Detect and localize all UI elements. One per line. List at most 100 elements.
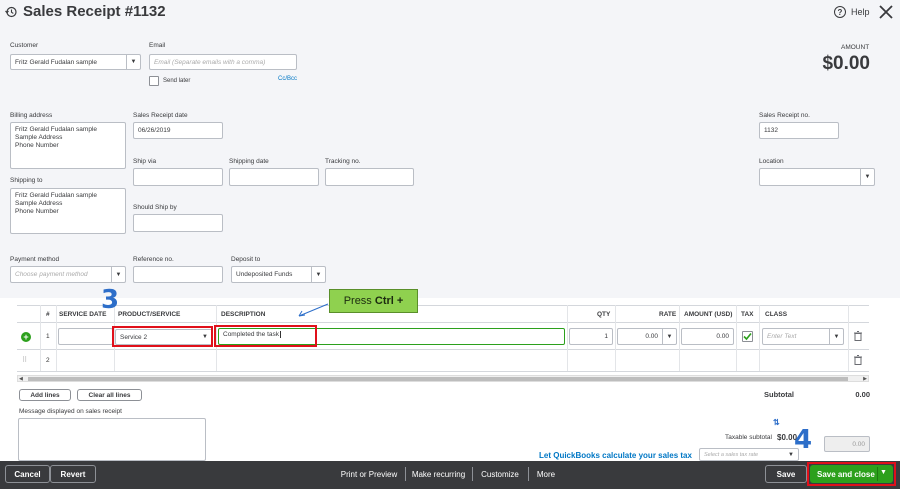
shipping-line-3: Phone Number [15,208,59,215]
col-header-num: # [46,311,50,318]
history-icon[interactable] [5,6,17,18]
sort-arrows-icon[interactable]: ⇅ [773,418,780,427]
ship-via-input[interactable] [133,168,223,186]
reference-no-label: Reference no. [133,256,174,263]
column-separator [679,305,680,371]
col-header-class: CLASS [765,311,788,318]
col-header-rate: RATE [659,311,677,318]
scroll-left-icon[interactable]: ◀ [19,376,23,382]
location-label: Location [759,158,784,165]
chevron-down-icon: ▼ [860,169,874,185]
taxable-subtotal-label: Taxable subtotal [725,434,772,441]
shipping-to-field[interactable]: Fritz Gerald Fudalan sample Sample Addre… [10,188,126,234]
customer-select[interactable]: Fritz Gerald Fudalan sample ▼ [10,54,141,70]
rate-select[interactable]: 0.00 ▼ [617,328,677,345]
amount-value: $0.00 [822,53,870,74]
tracking-no-input[interactable] [325,168,414,186]
send-later-checkbox[interactable] [149,76,159,86]
reference-no-input[interactable] [133,266,223,283]
sales-receipt-no-value: 1132 [764,127,778,134]
tax-amount-input[interactable]: 0.00 [824,436,870,452]
row-divider [17,371,869,372]
horizontal-scrollbar[interactable]: ◀ ▶ [17,375,869,382]
shipping-line-1: Fritz Gerald Fudalan sample [15,192,98,199]
shipping-to-label: Shipping to [10,177,43,184]
deposit-to-select[interactable]: Undeposited Funds ▼ [231,266,326,283]
chevron-down-icon: ▼ [829,329,843,344]
add-lines-button[interactable]: Add lines [19,389,71,401]
service-date-input[interactable] [58,328,113,345]
amount-row-value: 0.00 [716,333,729,340]
drag-handle-icon[interactable]: ⠿ [22,356,27,364]
help-icon[interactable]: ? [834,6,846,18]
class-select[interactable]: Enter Text ▼ [762,328,844,345]
billing-address-field[interactable]: Fritz Gerald Fudalan sample Sample Addre… [10,122,126,169]
sales-receipt-no-label: Sales Receipt no. [759,112,810,119]
footer-divider [405,467,406,481]
shipping-date-label: Shipping date [229,158,269,165]
billing-line-2: Sample Address [15,134,63,141]
print-preview-button[interactable]: Print or Preview [336,466,402,482]
add-row-icon[interactable]: + [21,332,31,342]
clear-all-lines-button[interactable]: Clear all lines [77,389,142,401]
sales-receipt-no-input[interactable]: 1132 [759,122,839,139]
billing-line-1: Fritz Gerald Fudalan sample [15,126,98,133]
message-textarea[interactable] [18,418,206,461]
billing-line-3: Phone Number [15,142,59,149]
scrollbar-thumb[interactable] [28,377,848,381]
qty-input[interactable]: 1 [569,328,613,345]
sales-receipt-date-value: 06/26/2019 [138,127,171,134]
close-icon[interactable] [878,4,894,20]
help-link[interactable]: Help [851,7,870,17]
column-separator [40,305,41,371]
cancel-button[interactable]: Cancel [5,465,50,483]
let-quickbooks-calculate-link[interactable]: Let QuickBooks calculate your sales tax [539,451,692,460]
tax-checkbox[interactable] [742,331,753,342]
col-header-qty: QTY [597,311,611,318]
email-label: Email [149,42,166,49]
location-select[interactable]: ▼ [759,168,875,186]
customize-button[interactable]: Customize [476,466,524,482]
email-input[interactable]: Email (Separate emails with a comma) [149,54,297,70]
trash-icon[interactable] [854,355,862,365]
col-header-tax: TAX [741,311,754,318]
more-button[interactable]: More [532,466,560,482]
step-4-marker: 4 [794,425,813,455]
table-header-bottom-line [17,322,869,323]
sales-receipt-date-label: Sales Receipt date [133,112,188,119]
should-ship-by-input[interactable] [133,214,223,232]
sales-tax-rate-select[interactable]: Select a sales tax rate ▼ [699,448,799,461]
page-title: Sales Receipt #1132 [23,3,166,20]
shipping-date-input[interactable] [229,168,319,186]
col-header-product-service: PRODUCT/SERVICE [118,311,181,318]
save-close-highlight-box [807,462,896,486]
description-highlight-box [214,325,317,347]
save-button[interactable]: Save [765,465,807,483]
ship-via-label: Ship via [133,158,157,165]
make-recurring-button[interactable]: Make recurring [408,466,469,482]
email-placeholder: Email (Separate emails with a comma) [154,58,266,66]
shipping-line-2: Sample Address [15,200,63,207]
chevron-down-icon: ▼ [311,267,325,282]
column-separator [736,305,737,371]
column-separator [567,305,568,371]
callout-arrow-icon [296,302,330,318]
amount-label: AMOUNT [841,44,870,51]
amount-input[interactable]: 0.00 [681,328,734,345]
sales-tax-placeholder: Select a sales tax rate [704,451,759,458]
payment-method-select[interactable]: Choose payment method ▼ [10,266,126,283]
col-header-description: DESCRIPTION [221,311,266,318]
col-header-service-date: SERVICE DATE [59,311,107,318]
column-separator [759,305,760,371]
trash-icon[interactable] [854,331,862,341]
revert-button[interactable]: Revert [50,465,96,483]
should-ship-by-label: Should Ship by [133,204,177,211]
column-separator [56,305,57,371]
subtotal-value: 0.00 [855,390,870,399]
sales-receipt-date-input[interactable]: 06/26/2019 [133,122,223,139]
cc-bcc-link[interactable]: Cc/Bcc [278,76,297,82]
step-3-marker: 3 [101,285,120,315]
scroll-right-icon[interactable]: ▶ [863,376,867,382]
chevron-down-icon: ▼ [662,329,676,344]
customer-label: Customer [10,42,39,49]
